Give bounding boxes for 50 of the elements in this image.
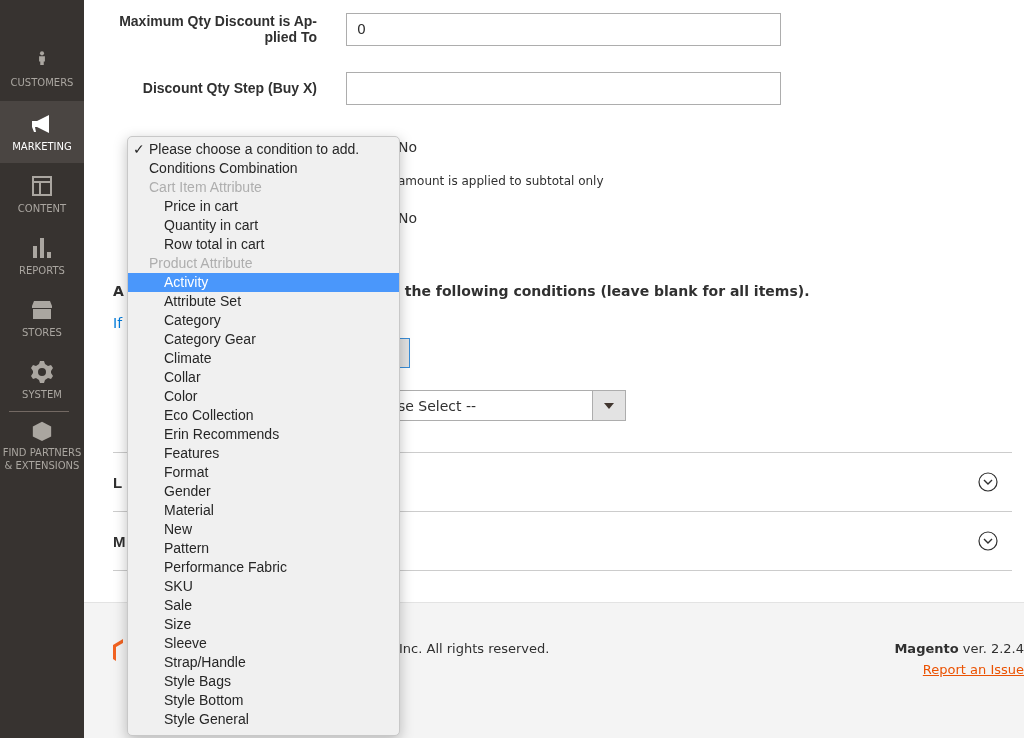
- group-label: Product Attribute: [148, 254, 254, 273]
- dropdown-option[interactable]: Style General: [128, 710, 399, 729]
- dropdown-option[interactable]: Climate: [128, 349, 399, 368]
- dropdown-option[interactable]: Price in cart: [128, 197, 399, 216]
- check-icon: ✓: [133, 140, 145, 159]
- heading-text: the following conditions (leave blank for all items).: [404, 283, 810, 299]
- sidebar-item[interactable]: FIND PARTNERS & EXTENSIONS: [0, 420, 84, 482]
- version-text: Magento ver. 2.2.4: [894, 641, 1024, 656]
- dropdown-option[interactable]: Gender: [128, 482, 399, 501]
- store-icon: [30, 298, 54, 322]
- dropdown-option[interactable]: Collar: [128, 368, 399, 387]
- dropdown-option[interactable]: Quantity in cart: [128, 216, 399, 235]
- dropdown-option[interactable]: Category Gear: [128, 330, 399, 349]
- dropdown-option[interactable]: Size: [128, 615, 399, 634]
- copyright-text: Inc. All rights reserved.: [399, 641, 550, 656]
- caret-icon: [604, 402, 614, 409]
- sidebar-item[interactable]: STORES: [0, 287, 84, 349]
- dropdown-option[interactable]: ✓ Please choose a condition to add.: [128, 140, 399, 159]
- group-label: Cart Item Attribute: [148, 178, 263, 197]
- heading-text: A: [113, 283, 124, 299]
- sidebar-item[interactable]: REPORTS: [0, 225, 84, 287]
- sidebar-item[interactable]: MARKETING: [0, 101, 84, 163]
- dropdown-option[interactable]: Conditions Combination: [128, 159, 399, 178]
- dropdown-option[interactable]: Pattern: [128, 539, 399, 558]
- cube-icon: [30, 420, 54, 442]
- dropdown-option[interactable]: Style Bags: [128, 672, 399, 691]
- condition-link[interactable]: If: [113, 308, 123, 338]
- sidebar-item[interactable]: SYSTEM: [0, 349, 84, 411]
- sidebar-item[interactable]: CUSTOMERS: [0, 39, 84, 101]
- dropdown-option[interactable]: Style Bottom: [128, 691, 399, 710]
- dropdown-option[interactable]: Row total in cart: [128, 235, 399, 254]
- dropdown-option[interactable]: Erin Recommends: [128, 425, 399, 444]
- field-label: Maximum Qty Discount is Ap-plied To: [118, 13, 317, 45]
- input-field[interactable]: 0: [346, 12, 781, 46]
- bar-chart-icon: [30, 236, 54, 260]
- sidebar-item[interactable]: CONTENT: [0, 163, 84, 225]
- dropdown-option[interactable]: Format: [128, 463, 399, 482]
- dropdown-option[interactable]: Strap/Handle: [128, 653, 399, 672]
- dropdown-option[interactable]: New: [128, 520, 399, 539]
- layout-icon: [30, 174, 54, 198]
- dropdown-option[interactable]: Sleeve: [128, 634, 399, 653]
- dropdown-option[interactable]: Attribute Set: [128, 292, 399, 311]
- gear-icon: [30, 360, 54, 384]
- dropdown-option[interactable]: Category: [128, 311, 399, 330]
- field-label: Discount Qty Step (Buy X): [141, 80, 317, 96]
- logo-icon: [113, 639, 123, 661]
- input-field[interactable]: [346, 71, 781, 105]
- dropdown-option[interactable]: Sale: [128, 596, 399, 615]
- note-text: amount is applied to subtotal only: [398, 174, 604, 188]
- dropdown-option[interactable]: SKU: [128, 577, 399, 596]
